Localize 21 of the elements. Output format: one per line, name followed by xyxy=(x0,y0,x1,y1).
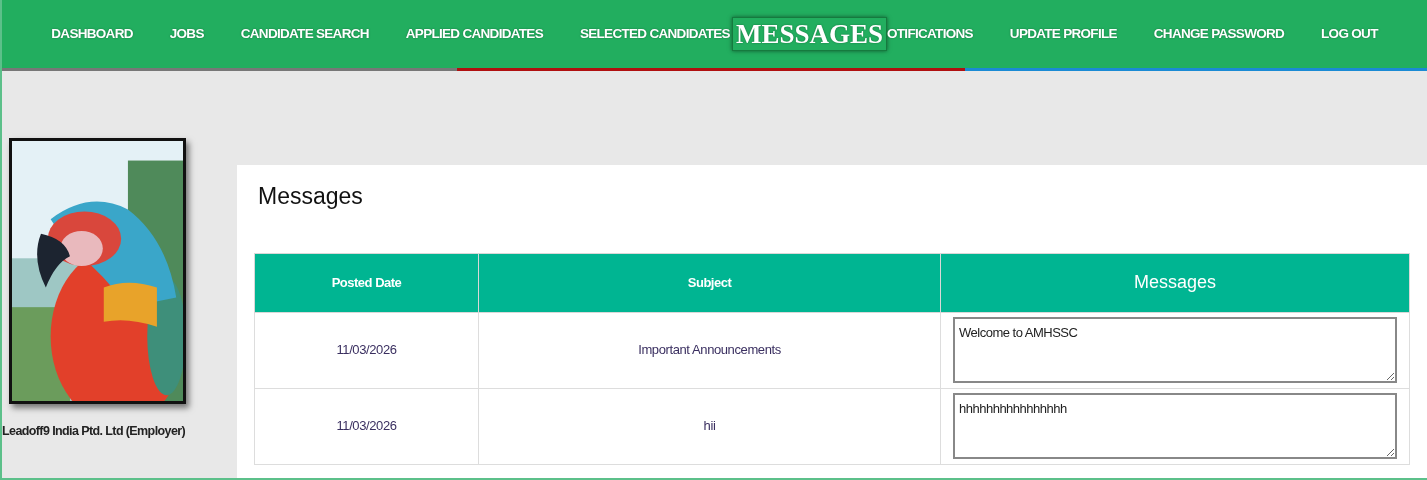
subject-cell: hii xyxy=(478,388,941,465)
nav-link[interactable]: UPDATE PROFILE xyxy=(1009,23,1117,45)
nav-link[interactable]: MESSAGES xyxy=(731,16,887,52)
message-field[interactable]: hhhhhhhhhhhhhhhh xyxy=(953,393,1397,460)
subject-cell: Important Announcements xyxy=(478,312,941,389)
company-name: Leadoff9 India Ptd. Ltd (Employer) xyxy=(2,424,186,438)
nav-link[interactable]: CANDIDATE SEARCH xyxy=(240,23,369,45)
nav-link[interactable]: LOG OUT xyxy=(1321,23,1378,45)
column-header: Posted Date xyxy=(254,253,479,313)
date-cell: 11/03/2026 xyxy=(254,312,479,389)
page-title: Messages xyxy=(258,183,364,211)
column-header: Subject xyxy=(478,253,941,313)
nav-link[interactable]: CHANGE PASSWORD xyxy=(1153,23,1285,45)
nav-link[interactable]: DASHBOARD xyxy=(51,23,133,45)
message-field[interactable]: Welcome to AMHSSC xyxy=(953,317,1397,384)
nav-link[interactable]: OTIFICATIONS xyxy=(887,23,973,45)
date-cell: 11/03/2026 xyxy=(254,388,479,465)
nav-link[interactable]: JOBS xyxy=(169,23,204,45)
nav-link[interactable]: SELECTED CANDIDATES xyxy=(579,23,730,45)
nav-link[interactable]: APPLIED CANDIDATES xyxy=(405,23,543,45)
column-header: Messages xyxy=(940,253,1410,313)
